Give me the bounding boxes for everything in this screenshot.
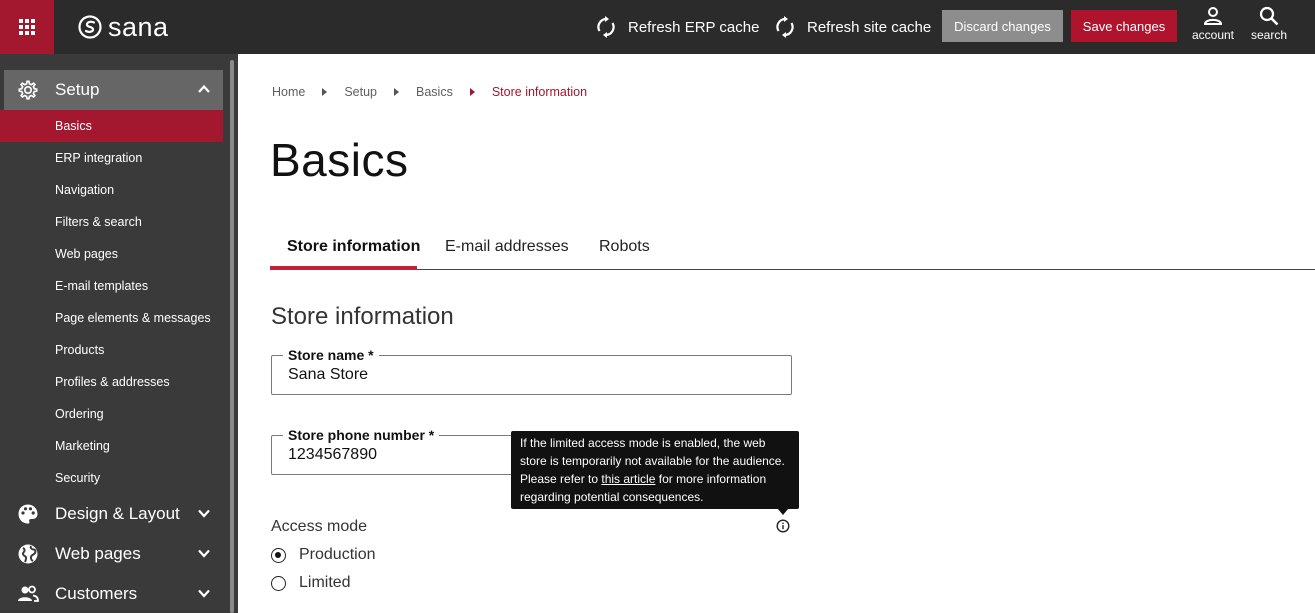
sidebar-group-label: Web pages [55, 544, 141, 563]
radio-selected-icon [271, 547, 286, 563]
users-icon [16, 582, 40, 606]
access-mode-label: Access mode [271, 518, 368, 535]
sidebar-group-label: Customers [55, 584, 138, 603]
sidebar-item-profiles-addresses[interactable]: Profiles & addresses [0, 366, 223, 398]
search-icon [1259, 6, 1279, 26]
refresh-site-cache-button[interactable]: Refresh site cache [775, 0, 931, 54]
search-label: search [1250, 28, 1288, 42]
breadcrumb-home[interactable]: Home [272, 85, 305, 99]
breadcrumb: Home Setup Basics Store information [272, 85, 587, 99]
access-mode-limited-radio[interactable]: Limited [271, 573, 351, 593]
apps-menu-button[interactable] [0, 0, 54, 54]
sidebar-group-customers[interactable]: Customers [4, 574, 223, 613]
grid-icon [19, 19, 35, 35]
sidebar-item-ordering[interactable]: Ordering [0, 398, 223, 430]
chevron-down-icon [198, 509, 210, 518]
tooltip-arrow [778, 509, 788, 515]
tab-robots[interactable]: Robots [599, 238, 650, 270]
chevron-up-icon [198, 84, 210, 93]
tabs: Store information E-mail addresses Robot… [270, 238, 1315, 270]
sidebar-group-design-layout[interactable]: Design & Layout [4, 494, 223, 534]
sidebar-item-web-pages[interactable]: Web pages [0, 238, 223, 270]
store-name-field: Store name * [271, 347, 792, 395]
globe-icon [16, 542, 40, 566]
tab-email-addresses[interactable]: E-mail addresses [445, 238, 569, 270]
tooltip-article-link[interactable]: this article [601, 472, 655, 486]
sidebar-scrollbar[interactable] [230, 60, 234, 613]
account-label: account [1191, 28, 1235, 42]
sidebar-group-web-pages[interactable]: Web pages [4, 534, 223, 574]
tooltip-line: Please refer to this article for more in… [520, 470, 790, 488]
section-title: Store information [271, 303, 454, 330]
breadcrumb-current: Store information [491, 85, 588, 99]
sidebar-item-products[interactable]: Products [0, 334, 223, 366]
breadcrumb-setup[interactable]: Setup [344, 85, 377, 99]
sidebar: Setup Basics ERP integration Navigation … [0, 54, 238, 613]
gear-icon [16, 78, 40, 102]
sidebar-group-label: Design & Layout [55, 504, 180, 523]
radio-unselected-icon [271, 575, 286, 591]
sana-logo-icon [78, 15, 102, 39]
tooltip-line: store is temporarily not available for t… [520, 454, 785, 468]
breadcrumb-separator-icon [322, 88, 328, 96]
breadcrumb-separator-icon [469, 88, 475, 96]
top-bar: sana Refresh ERP cache Refresh site cach… [0, 0, 1315, 54]
breadcrumb-separator-icon [394, 88, 400, 96]
sidebar-item-navigation[interactable]: Navigation [0, 174, 223, 206]
refresh-site-cache-label: Refresh site cache [807, 18, 932, 36]
search-button[interactable]: search [1241, 6, 1297, 48]
sana-logo[interactable]: sana [78, 11, 169, 43]
discard-changes-button[interactable]: Discard changes [942, 10, 1063, 42]
page-title: Basics [270, 134, 409, 186]
save-changes-button[interactable]: Save changes [1071, 10, 1177, 42]
radio-label: Production [299, 546, 376, 563]
sidebar-item-marketing[interactable]: Marketing [0, 430, 223, 462]
tooltip-line: If the limited access mode is enabled, t… [520, 436, 766, 450]
chevron-down-icon [198, 589, 210, 598]
active-tab-indicator [270, 266, 417, 270]
radio-label: Limited [299, 574, 351, 591]
sidebar-item-page-elements[interactable]: Page elements & messages [0, 302, 223, 334]
sidebar-item-email-templates[interactable]: E-mail templates [0, 270, 223, 302]
store-name-label: Store name * [283, 347, 379, 363]
logo-text: sana [108, 11, 169, 42]
sidebar-item-basics[interactable]: Basics [0, 110, 223, 142]
refresh-erp-cache-label: Refresh ERP cache [628, 18, 760, 36]
sidebar-group-label: Setup [55, 80, 100, 99]
chevron-down-icon [198, 549, 210, 558]
sidebar-group-setup[interactable]: Setup [4, 70, 223, 110]
tooltip-text: for more information [655, 472, 767, 486]
account-button[interactable]: account [1185, 6, 1241, 48]
sidebar-item-filters-search[interactable]: Filters & search [0, 206, 223, 238]
tooltip-text: Please refer to [520, 472, 602, 486]
refresh-erp-cache-button[interactable]: Refresh ERP cache [596, 0, 759, 54]
palette-icon [16, 502, 40, 526]
tooltip-line: regarding potential consequences. [520, 490, 704, 504]
access-mode-production-radio[interactable]: Production [271, 545, 376, 565]
sidebar-item-erp-integration[interactable]: ERP integration [0, 142, 223, 174]
refresh-icon [597, 16, 615, 38]
sidebar-item-security[interactable]: Security [0, 462, 223, 494]
breadcrumb-basics[interactable]: Basics [416, 85, 453, 99]
store-name-input[interactable] [288, 366, 768, 384]
info-icon[interactable] [776, 519, 790, 533]
refresh-icon [776, 16, 794, 38]
store-phone-label: Store phone number * [283, 427, 440, 443]
user-icon [1203, 7, 1223, 25]
access-mode-tooltip: If the limited access mode is enabled, t… [511, 431, 799, 509]
